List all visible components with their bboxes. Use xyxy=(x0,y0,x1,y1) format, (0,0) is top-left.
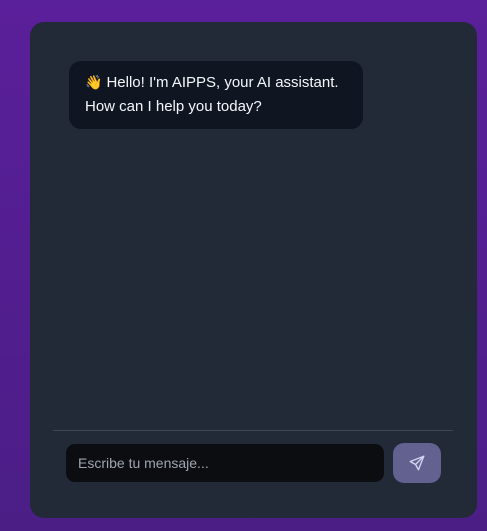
send-button[interactable] xyxy=(393,443,441,483)
composer-divider xyxy=(53,430,453,431)
messages-area: 👋 Hello! I'm AIPPS, your AI assistant. Ho… xyxy=(30,22,477,430)
chat-window: 👋 Hello! I'm AIPPS, your AI assistant. Ho… xyxy=(30,22,477,518)
assistant-message-text: Hello! I'm AIPPS, your AI assistant. How… xyxy=(85,74,339,115)
wave-icon: 👋 xyxy=(85,75,103,91)
send-icon xyxy=(409,455,425,471)
message-input[interactable] xyxy=(66,444,384,482)
assistant-message-bubble: 👋 Hello! I'm AIPPS, your AI assistant. Ho… xyxy=(69,61,363,129)
